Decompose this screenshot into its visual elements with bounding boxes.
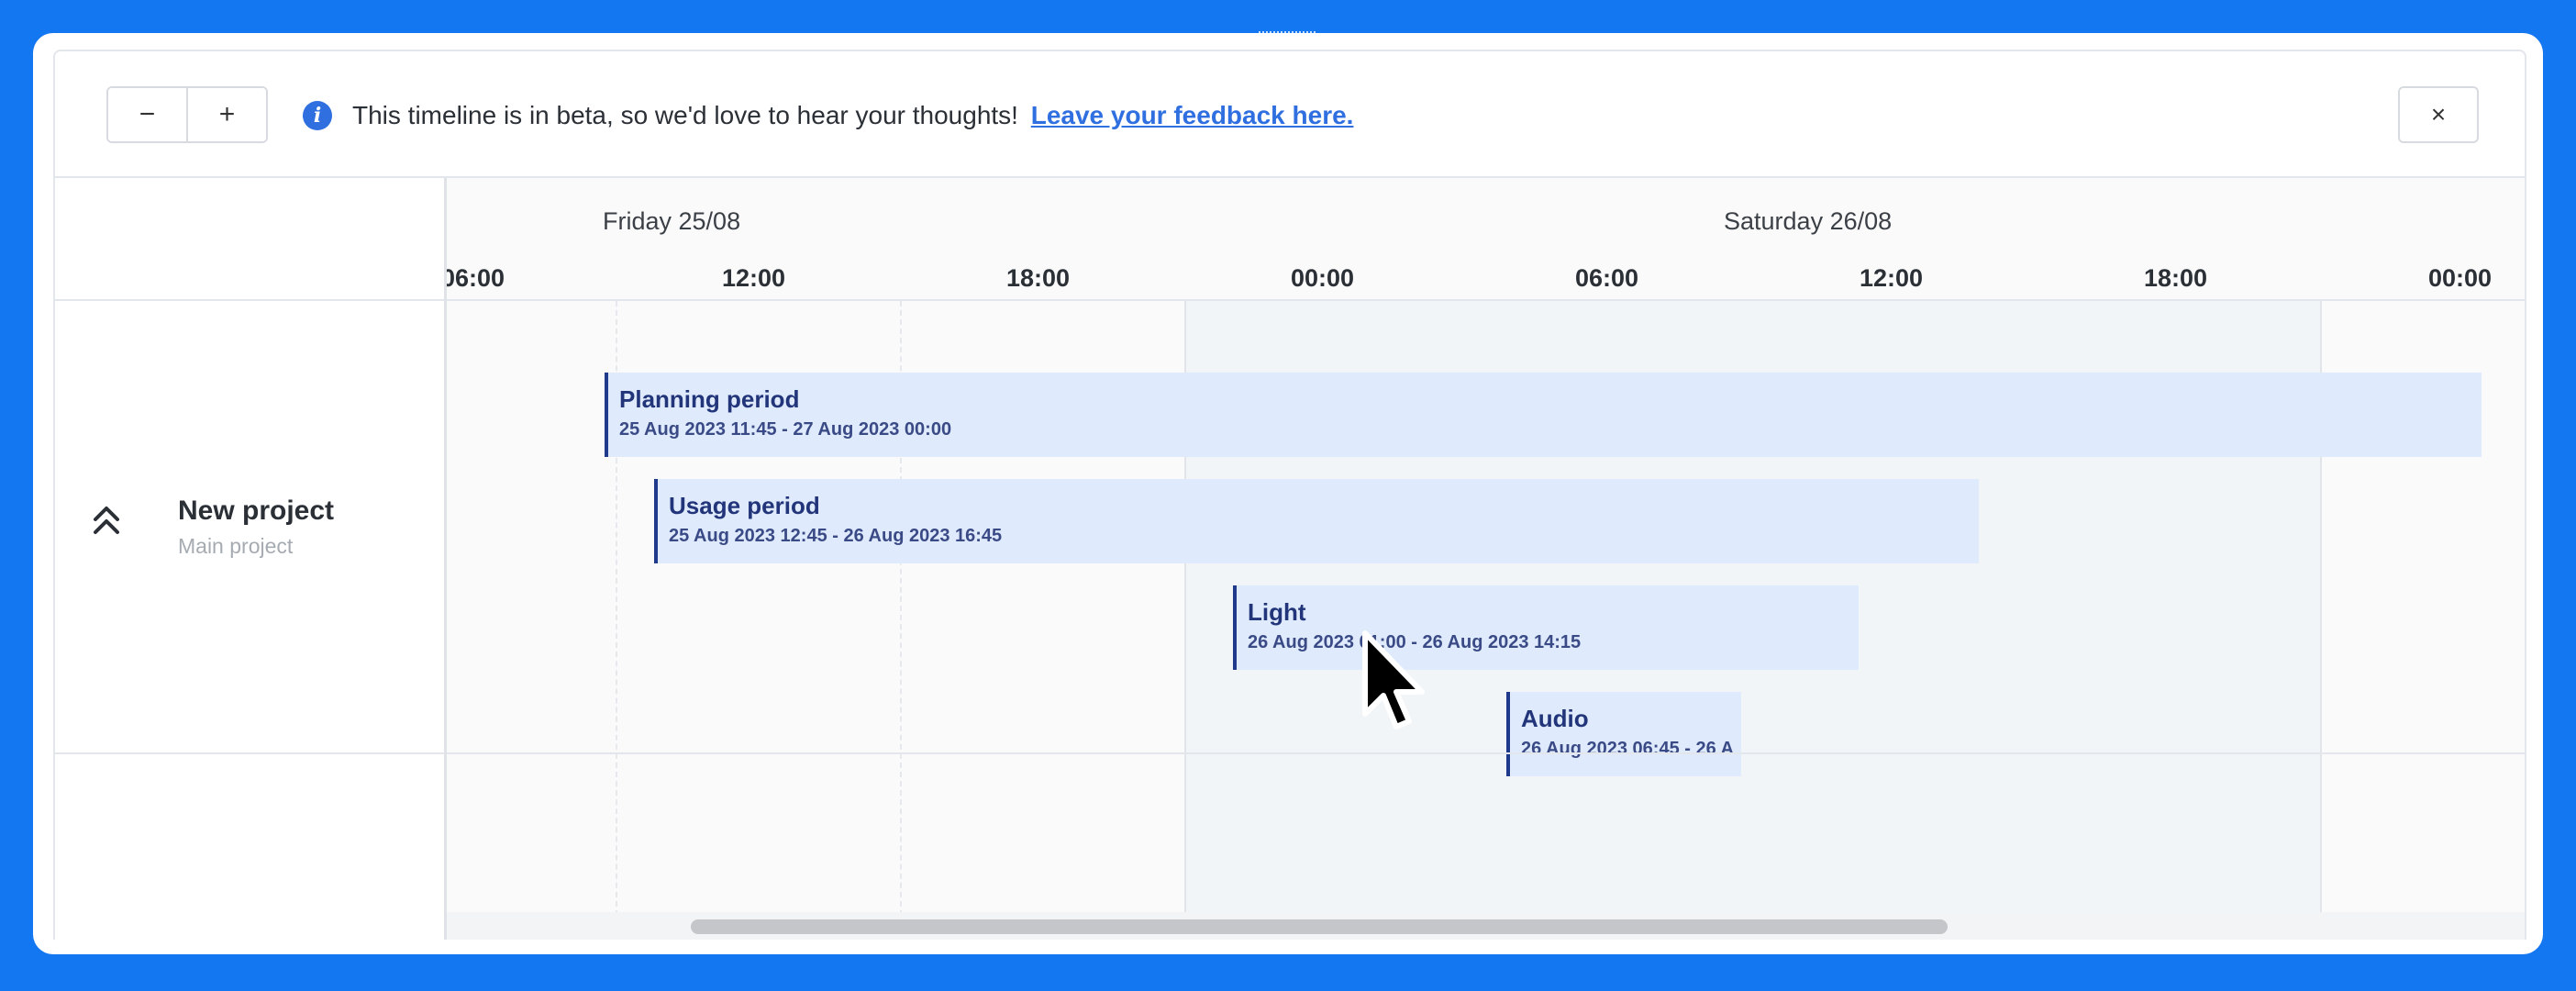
timeline-panel: − + i This timeline is in beta, so we'd … xyxy=(33,33,2543,954)
zoom-in-button[interactable]: + xyxy=(186,88,266,141)
timeline-bar-planning-period[interactable]: Planning period 25 Aug 2023 11:45 - 27 A… xyxy=(605,373,2482,457)
bar-title: Usage period xyxy=(669,492,820,519)
beta-message: This timeline is in beta, so we'd love t… xyxy=(352,101,1018,129)
zoom-controls: − + xyxy=(106,86,268,143)
bar-title: Audio xyxy=(1521,705,1589,732)
day-label-friday: Friday 25/08 xyxy=(603,207,741,235)
horizontal-scrollbar[interactable] xyxy=(447,912,2525,940)
hour-label: 18:00 xyxy=(2144,264,2208,292)
close-button[interactable]: × xyxy=(2398,86,2479,143)
double-chevron-up-icon[interactable] xyxy=(90,501,123,538)
timeline-bar-light[interactable]: Light 26 Aug 2023 01:00 - 26 Aug 2023 14… xyxy=(1233,585,1859,670)
bar-title: Light xyxy=(1248,598,1306,626)
mouse-cursor-icon xyxy=(1362,630,1425,729)
bar-date-range: 25 Aug 2023 11:45 - 27 Aug 2023 00:00 xyxy=(619,419,952,440)
project-name: New project xyxy=(178,496,335,526)
day-label-saturday: Saturday 26/08 xyxy=(1724,207,1893,235)
row-divider xyxy=(55,752,444,754)
column-header-divider xyxy=(55,299,444,301)
row-divider xyxy=(447,752,2525,754)
hour-label: 06:00 xyxy=(1575,264,1639,292)
hour-label: 00:00 xyxy=(2428,264,2493,292)
info-icon: i xyxy=(303,101,332,130)
hour-label: 12:00 xyxy=(1860,264,1924,292)
zoom-out-button[interactable]: − xyxy=(108,88,186,141)
bar-title: Planning period xyxy=(619,385,800,413)
timeline-bar-audio[interactable]: Audio 26 Aug 2023 06:45 - 26 A xyxy=(1506,692,1741,776)
bar-date-range: 26 Aug 2023 01:00 - 26 Aug 2023 14:15 xyxy=(1248,632,1582,652)
bar-date-range: 26 Aug 2023 06:45 - 26 A xyxy=(1521,739,1734,759)
hour-label: 18:00 xyxy=(1006,264,1071,292)
hour-label: 00:00 xyxy=(1291,264,1355,292)
hour-label: 12:00 xyxy=(722,264,786,292)
project-column: New project Main project xyxy=(55,178,447,940)
timeline-header-divider xyxy=(447,299,2525,301)
scrollbar-thumb[interactable] xyxy=(691,919,1948,934)
hour-label: 06:00 xyxy=(447,264,505,292)
feedback-link[interactable]: Leave your feedback here. xyxy=(1031,101,1354,129)
beta-banner: This timeline is in beta, so we'd love t… xyxy=(352,101,1353,130)
bar-date-range: 25 Aug 2023 12:45 - 26 Aug 2023 16:45 xyxy=(669,526,1003,546)
timeline-grid[interactable]: Friday 25/08 Saturday 26/08 06:00 12:00 … xyxy=(447,178,2525,940)
timeline-bar-usage-period[interactable]: Usage period 25 Aug 2023 12:45 - 26 Aug … xyxy=(654,479,1979,563)
project-subtitle: Main project xyxy=(178,534,294,558)
timeline-container: − + i This timeline is in beta, so we'd … xyxy=(53,50,2526,940)
